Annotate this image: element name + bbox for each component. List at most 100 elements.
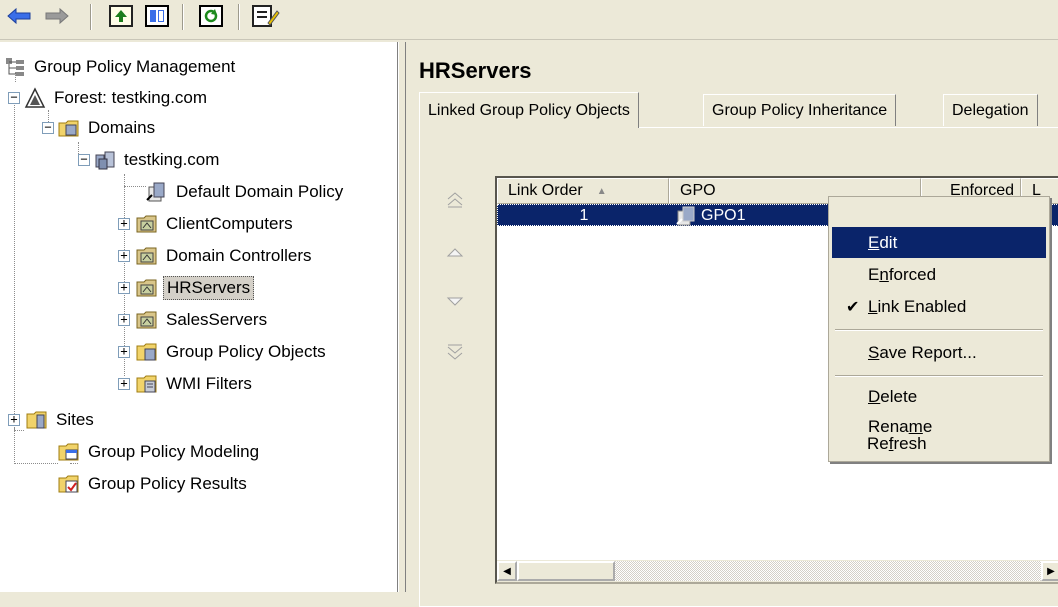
gpo-folder-icon (136, 341, 158, 363)
expand-icon[interactable]: + (118, 249, 130, 262)
gpo-link-icon (146, 181, 168, 203)
menu-mnemonic: E (868, 232, 880, 252)
expand-icon[interactable]: + (118, 345, 130, 358)
domains-folder-icon (58, 117, 80, 139)
move-to-top-icon[interactable] (445, 190, 465, 210)
menu-item-edit[interactable]: Edit (832, 227, 1046, 258)
forward-icon[interactable] (42, 2, 72, 30)
expand-icon[interactable]: + (118, 217, 130, 230)
menu-item-delete[interactable]: Delete (832, 381, 1046, 412)
tree-item-salesservers[interactable]: + SalesServers (118, 306, 270, 334)
menu-label-part: Re (867, 433, 889, 453)
move-down-icon[interactable] (445, 292, 465, 312)
pane-splitter[interactable] (398, 42, 406, 592)
sites-folder-icon (26, 409, 48, 431)
gpmc-root-icon (4, 56, 26, 78)
up-level-icon[interactable] (106, 2, 136, 30)
menu-mnemonic: D (868, 386, 881, 406)
menu-item-link-enabled[interactable]: ✔ Link Enabled (832, 291, 1046, 322)
expand-icon[interactable]: + (118, 377, 130, 390)
menu-item-refresh[interactable]: Re f resh (831, 428, 1045, 459)
tree-item-hrservers[interactable]: + HRServers (118, 274, 255, 302)
column-header-link-order[interactable]: Link Order ▲ (497, 178, 669, 204)
move-up-icon[interactable] (445, 242, 465, 262)
tab-label: Group Policy Inheritance (712, 101, 888, 119)
tree-domains-label: Domains (88, 118, 156, 137)
ou-icon (136, 213, 158, 235)
menu-mnemonic: S (868, 342, 880, 362)
expand-icon[interactable]: + (118, 281, 130, 294)
tree-item-clientcomputers[interactable]: + ClientComputers (118, 210, 296, 238)
menu-item-save-report[interactable]: Save Report... (832, 337, 1046, 368)
ou-icon (136, 309, 158, 331)
modeling-icon (58, 441, 80, 463)
move-to-bottom-icon[interactable] (445, 342, 465, 362)
tree-gp-modeling-label: Group Policy Modeling (88, 442, 260, 461)
collapse-icon[interactable]: − (8, 91, 20, 104)
tab-linked-gpos[interactable]: Linked Group Policy Objects (419, 92, 639, 128)
menu-label-part: ave Report... (879, 342, 977, 362)
tree-gp-results-label: Group Policy Results (88, 474, 247, 493)
tree-gp-modeling[interactable]: Group Policy Modeling (58, 438, 262, 466)
scroll-left-icon[interactable]: ◀ (497, 561, 517, 581)
wmi-folder-icon (136, 373, 158, 395)
tree-item-label: Group Policy Objects (166, 342, 326, 361)
tree-root-label: Group Policy Management (34, 57, 236, 76)
tree-root[interactable]: Group Policy Management (4, 53, 238, 81)
checkmark-icon: ✔ (846, 299, 860, 316)
expand-icon[interactable]: + (8, 413, 20, 426)
column-header-label: Link Order (508, 182, 583, 199)
expand-icon[interactable]: + (118, 313, 130, 326)
properties-icon[interactable] (248, 2, 282, 30)
tree-item-wmi-filters[interactable]: + WMI Filters (118, 370, 255, 398)
tree-sites-label: Sites (56, 410, 94, 429)
menu-item-enforced[interactable]: En forced (832, 259, 1046, 290)
menu-label-part: dit (879, 232, 898, 252)
console-tree: Group Policy Management − Forest: testki… (0, 42, 398, 592)
gpo-icon (676, 205, 698, 227)
tab-label: Delegation (952, 101, 1029, 119)
scroll-thumb[interactable] (517, 561, 615, 581)
tree-item-label: SalesServers (166, 310, 268, 329)
page-title: HRServers (419, 58, 532, 83)
tree-domains[interactable]: − Domains (42, 114, 158, 142)
ou-icon (136, 277, 158, 299)
show-hide-tree-icon[interactable] (142, 2, 172, 30)
menu-label-part: E (868, 264, 880, 284)
tree-domain-label: testking.com (124, 150, 220, 169)
tree-item-label: WMI Filters (166, 374, 252, 393)
tab-delegation[interactable]: Delegation (943, 94, 1038, 126)
tree-item-label: ClientComputers (166, 214, 293, 233)
tree-gp-results[interactable]: Group Policy Results (58, 470, 250, 498)
cell-gpo: GPO1 (676, 205, 745, 227)
context-menu: Edit En forced ✔ Link Enabled Save Report… (828, 196, 1050, 462)
sort-ascending-icon: ▲ (596, 185, 607, 197)
collapse-icon[interactable]: − (42, 121, 54, 134)
tree-forest-label: Forest: testking.com (54, 88, 208, 107)
tree-domain[interactable]: − testking.com (78, 146, 222, 174)
ou-icon (136, 245, 158, 267)
column-header-label: GPO (680, 182, 716, 199)
tree-sites[interactable]: + Sites (8, 406, 97, 434)
results-icon (58, 473, 80, 495)
tree-item-label: Domain Controllers (166, 246, 312, 265)
cell-link-order: 1 (579, 207, 589, 224)
tree-item-label-selected: HRServers (163, 276, 255, 300)
tree-item-default-domain-policy[interactable]: Default Domain Policy (146, 178, 346, 206)
tab-gp-inheritance[interactable]: Group Policy Inheritance (703, 94, 897, 126)
tree-item-domain-controllers[interactable]: + Domain Controllers (118, 242, 315, 270)
menu-label-part: forced (888, 264, 937, 284)
menu-label-part: elete (880, 386, 918, 406)
scroll-track[interactable] (615, 561, 1041, 581)
toolbar (0, 0, 1058, 40)
menu-separator (835, 329, 1043, 331)
menu-mnemonic: L (868, 296, 878, 316)
tree-item-group-policy-objects[interactable]: + Group Policy Objects (118, 338, 329, 366)
scroll-right-icon[interactable]: ▶ (1041, 561, 1058, 581)
refresh-icon[interactable] (196, 2, 226, 30)
back-icon[interactable] (4, 2, 34, 30)
collapse-icon[interactable]: − (78, 153, 90, 166)
horizontal-scrollbar[interactable]: ◀ ▶ (497, 560, 1058, 582)
tree-item-label: Default Domain Policy (176, 182, 344, 201)
tree-forest[interactable]: − Forest: testking.com (8, 84, 210, 112)
